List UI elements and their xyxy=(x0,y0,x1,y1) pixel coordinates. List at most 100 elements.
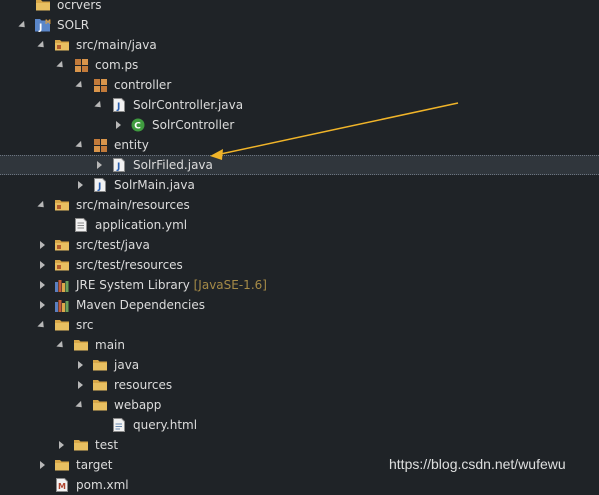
folder-icon xyxy=(73,337,89,353)
tree-item-java[interactable]: java xyxy=(0,355,599,375)
tree-item-label: webapp xyxy=(114,398,162,412)
tree-item-label: Maven Dependencies xyxy=(76,298,206,312)
folder-icon xyxy=(92,357,108,373)
expand-arrow-icon[interactable] xyxy=(74,395,86,415)
tree-item-pom-xml[interactable]: Mpom.xml xyxy=(0,475,599,495)
folder-icon xyxy=(54,457,70,473)
collapse-arrow-icon[interactable] xyxy=(74,355,86,375)
java-file-icon: J xyxy=(111,97,127,113)
svg-text:J: J xyxy=(38,23,42,32)
tree-item-label: src/main/resources xyxy=(76,198,190,212)
tree-item-label: SolrFiled.java xyxy=(133,158,213,172)
tree-item-entity[interactable]: entity xyxy=(0,135,599,155)
folder-icon xyxy=(92,397,108,413)
tree-item-com-ps[interactable]: com.ps xyxy=(0,55,599,75)
html-file-icon xyxy=(111,417,127,433)
tree-item-ocrvers[interactable]: ocrvers xyxy=(0,0,599,15)
folder-icon xyxy=(35,0,51,13)
folder-icon xyxy=(73,437,89,453)
expand-arrow-icon[interactable] xyxy=(55,335,67,355)
tree-item-query-html[interactable]: query.html xyxy=(0,415,599,435)
tree-item-label: src/test/java xyxy=(76,238,150,252)
collapse-arrow-icon[interactable] xyxy=(36,295,48,315)
collapse-arrow-icon[interactable] xyxy=(36,255,48,275)
folder-icon xyxy=(92,377,108,393)
svg-text:C: C xyxy=(134,122,141,132)
java-file-icon: J xyxy=(111,157,127,173)
expand-arrow-icon[interactable] xyxy=(74,135,86,155)
tree-item-src[interactable]: src xyxy=(0,315,599,335)
package-icon xyxy=(92,137,108,153)
tree-item-src-main-java[interactable]: src/main/java xyxy=(0,35,599,55)
class-icon: C xyxy=(130,117,146,133)
collapse-arrow-icon[interactable] xyxy=(74,175,86,195)
text-file-icon xyxy=(73,217,89,233)
collapse-arrow-icon[interactable] xyxy=(74,375,86,395)
tree-item-label: application.yml xyxy=(95,218,188,232)
tree-item-label: SolrController xyxy=(152,118,235,132)
tree-item-src-test-java[interactable]: src/test/java xyxy=(0,235,599,255)
package-icon xyxy=(92,77,108,93)
maven-project-icon: JM xyxy=(35,17,51,33)
collapse-arrow-icon[interactable] xyxy=(36,455,48,475)
expand-arrow-icon[interactable] xyxy=(36,315,48,335)
expand-arrow-icon[interactable] xyxy=(93,95,105,115)
tree-item-solrmain-java[interactable]: J SolrMain.java xyxy=(0,175,599,195)
tree-item-solrcontroller-java[interactable]: J SolrController.java xyxy=(0,95,599,115)
tree-item-label: test xyxy=(95,438,119,452)
collapse-arrow-icon[interactable] xyxy=(55,435,67,455)
svg-text:M: M xyxy=(45,19,51,26)
library-version-suffix: [JavaSE-1.6] xyxy=(193,278,267,292)
tree-item-label: SOLR xyxy=(57,18,90,32)
package-icon xyxy=(73,57,89,73)
tree-item-maven-dependencies[interactable]: Maven Dependencies xyxy=(0,295,599,315)
java-file-icon: J xyxy=(92,177,108,193)
tree-item-src-main-resources[interactable]: src/main/resources xyxy=(0,195,599,215)
tree-item-resources[interactable]: resources xyxy=(0,375,599,395)
tree-item-label: src/test/resources xyxy=(76,258,183,272)
tree-item-label: controller xyxy=(114,78,172,92)
svg-text:J: J xyxy=(116,102,120,112)
collapse-arrow-icon[interactable] xyxy=(112,115,124,135)
tree-item-src-test-resources[interactable]: src/test/resources xyxy=(0,255,599,275)
tree-item-label: main xyxy=(95,338,125,352)
tree-item-label: pom.xml xyxy=(76,478,129,492)
tree-item-jre-system-library[interactable]: JRE System Library [JavaSE-1.6] xyxy=(0,275,599,295)
expand-arrow-icon[interactable] xyxy=(36,195,48,215)
tree-item-solrfiled-java[interactable]: J SolrFiled.java xyxy=(0,155,599,175)
source-folder-icon xyxy=(54,197,70,213)
source-folder-icon xyxy=(54,37,70,53)
tree-item-solr[interactable]: J M SOLR xyxy=(0,15,599,35)
source-folder-icon xyxy=(54,237,70,253)
tree-item-label: SolrMain.java xyxy=(114,178,195,192)
library-icon xyxy=(54,277,70,293)
collapse-arrow-icon[interactable] xyxy=(36,275,48,295)
expand-arrow-icon[interactable] xyxy=(17,15,29,35)
tree-item-test[interactable]: test xyxy=(0,435,599,455)
tree-item-label: query.html xyxy=(133,418,198,432)
tree-item-label: src/main/java xyxy=(76,38,157,52)
tree-item-label: SolrController.java xyxy=(133,98,244,112)
tree-item-main[interactable]: main xyxy=(0,335,599,355)
maven-pom-icon: M xyxy=(54,477,70,493)
tree-item-label: src xyxy=(76,318,94,332)
svg-text:J: J xyxy=(116,162,120,172)
tree-item-label: JRE System Library [JavaSE-1.6] xyxy=(76,278,267,292)
expand-arrow-icon[interactable] xyxy=(74,75,86,95)
tree-item-solrcontroller[interactable]: C SolrController xyxy=(0,115,599,135)
svg-text:M: M xyxy=(58,482,66,491)
tree-item-label: ocrvers xyxy=(57,0,102,12)
watermark-text: https://blog.csdn.net/wufewu xyxy=(389,456,566,472)
expand-arrow-icon[interactable] xyxy=(55,55,67,75)
collapse-arrow-icon[interactable] xyxy=(93,156,105,174)
tree-item-controller[interactable]: controller xyxy=(0,75,599,95)
tree-item-label: resources xyxy=(114,378,173,392)
tree-item-webapp[interactable]: webapp xyxy=(0,395,599,415)
collapse-arrow-icon[interactable] xyxy=(36,235,48,255)
tree-item-application-yml[interactable]: application.yml xyxy=(0,215,599,235)
project-explorer-tree: ocrvers J M SOLR src/main/java com.ps controll… xyxy=(0,0,599,495)
svg-text:J: J xyxy=(97,182,101,192)
tree-item-label: com.ps xyxy=(95,58,139,72)
tree-item-label: entity xyxy=(114,138,149,152)
expand-arrow-icon[interactable] xyxy=(36,35,48,55)
